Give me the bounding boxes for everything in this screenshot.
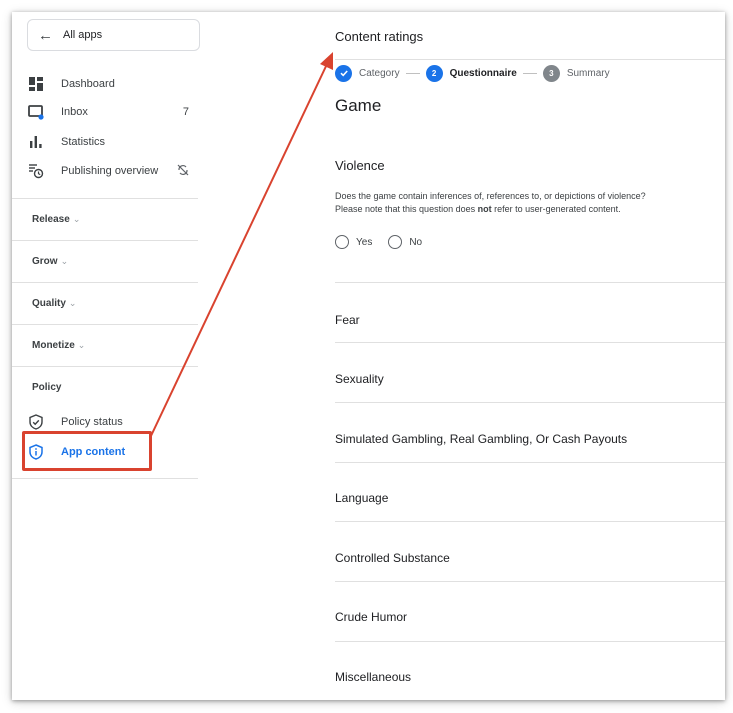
step-category[interactable]: Category [359,68,400,79]
dashboard-icon [27,75,45,93]
violence-question: Does the game contain inferences of, ref… [335,190,720,216]
radio-no[interactable]: No [388,235,422,249]
category-label: Sexuality [335,372,384,386]
page-title: Content ratings [335,29,424,44]
divider [12,478,198,479]
sidebar-item-policy-status[interactable]: Policy status [27,412,197,432]
category-row-gambling[interactable]: Simulated Gambling, Real Gambling, Or Ca… [335,402,725,462]
chevron-down-icon: ⌄ [60,256,69,266]
chevron-down-icon: ⌄ [72,214,81,224]
inbox-count-badge: 7 [182,106,189,118]
category-label: Fear [335,313,360,327]
radio-circle-icon [388,235,403,249]
sidebar-item-statistics[interactable]: Statistics [27,132,197,152]
question-text: Please note that this question does [335,204,478,214]
divider [12,366,198,367]
main-content: Content ratings Category 2 Questionnaire… [335,12,725,700]
step-number-badge: 3 [542,64,560,82]
back-arrow-icon: ← [38,26,53,44]
section-grow[interactable]: Grow ⌄ [32,256,68,267]
divider [12,198,198,199]
sync-off-icon [177,164,189,179]
step-summary[interactable]: Summary [567,68,610,79]
question-line: Please note that this question does not … [335,203,720,216]
check-icon [335,64,352,82]
category-label: Crude Humor [335,610,408,624]
section-label: Release [32,214,70,225]
divider [12,282,198,283]
sidebar-item-label: Policy status [61,416,123,428]
step-separator [405,72,420,74]
radio-circle-icon [335,235,349,249]
sidebar-item-label: Statistics [61,136,106,148]
sidebar-item-label: Dashboard [61,78,115,90]
category-row-miscellaneous[interactable]: Miscellaneous [335,641,725,700]
sidebar-item-label: Publishing overview [61,165,159,177]
category-label: Language [335,491,389,505]
chevron-down-icon: ⌄ [77,340,86,350]
publishing-schedule-icon [27,162,45,180]
all-apps-label: All apps [63,29,103,41]
category-row-crude-humor[interactable]: Crude Humor [335,581,725,641]
violence-radio-group: Yes No [335,235,438,249]
category-row-controlled-substance[interactable]: Controlled Substance [335,521,725,581]
section-label: Monetize [32,340,75,351]
section-heading: Game [335,96,382,115]
divider [12,324,198,325]
header-divider [335,59,725,60]
section-label: Grow [32,256,58,267]
step-number-badge: 2 [425,64,443,82]
question-line: Does the game contain inferences of, ref… [335,191,646,201]
sidebar: ← All apps Dashboard Inbox 7 Statistics [12,12,200,700]
category-row-language[interactable]: Language [335,462,725,522]
stepper: Category 2 Questionnaire 3 Summary [335,64,610,82]
app-window: ← All apps Dashboard Inbox 7 Statistics [12,12,725,700]
sidebar-item-dashboard[interactable]: Dashboard [27,74,197,94]
section-quality[interactable]: Quality ⌄ [32,298,76,309]
divider [12,240,198,241]
sidebar-item-publishing-overview[interactable]: Publishing overview [27,161,197,181]
question-emphasis: not [477,204,492,214]
step-separator [522,72,537,74]
question-text: refer to user-generated content. [491,204,621,214]
step-questionnaire[interactable]: Questionnaire [450,68,517,79]
category-label: Miscellaneous [335,670,412,684]
violence-title: Violence [335,158,385,173]
section-release[interactable]: Release ⌄ [32,214,80,225]
category-label: Simulated Gambling, Real Gambling, Or Ca… [335,432,628,446]
radio-yes[interactable]: Yes [335,235,372,249]
all-apps-button[interactable]: ← All apps [27,19,200,51]
radio-label: Yes [356,236,373,248]
section-policy[interactable]: Policy [32,382,61,393]
inbox-icon [27,103,45,121]
section-monetize[interactable]: Monetize ⌄ [32,340,85,351]
chevron-down-icon: ⌄ [68,298,77,308]
sidebar-item-inbox[interactable]: Inbox 7 [27,102,197,122]
bar-chart-icon [27,133,45,151]
category-row-fear[interactable]: Fear [335,282,725,342]
category-label: Controlled Substance [335,551,450,565]
section-label: Policy [32,382,62,393]
section-label: Quality [32,298,66,309]
category-row-sexuality[interactable]: Sexuality [335,342,725,402]
shield-check-icon [27,413,45,431]
radio-label: No [409,236,423,248]
annotation-highlight-box [22,431,152,471]
sidebar-item-label: Inbox [61,106,88,118]
